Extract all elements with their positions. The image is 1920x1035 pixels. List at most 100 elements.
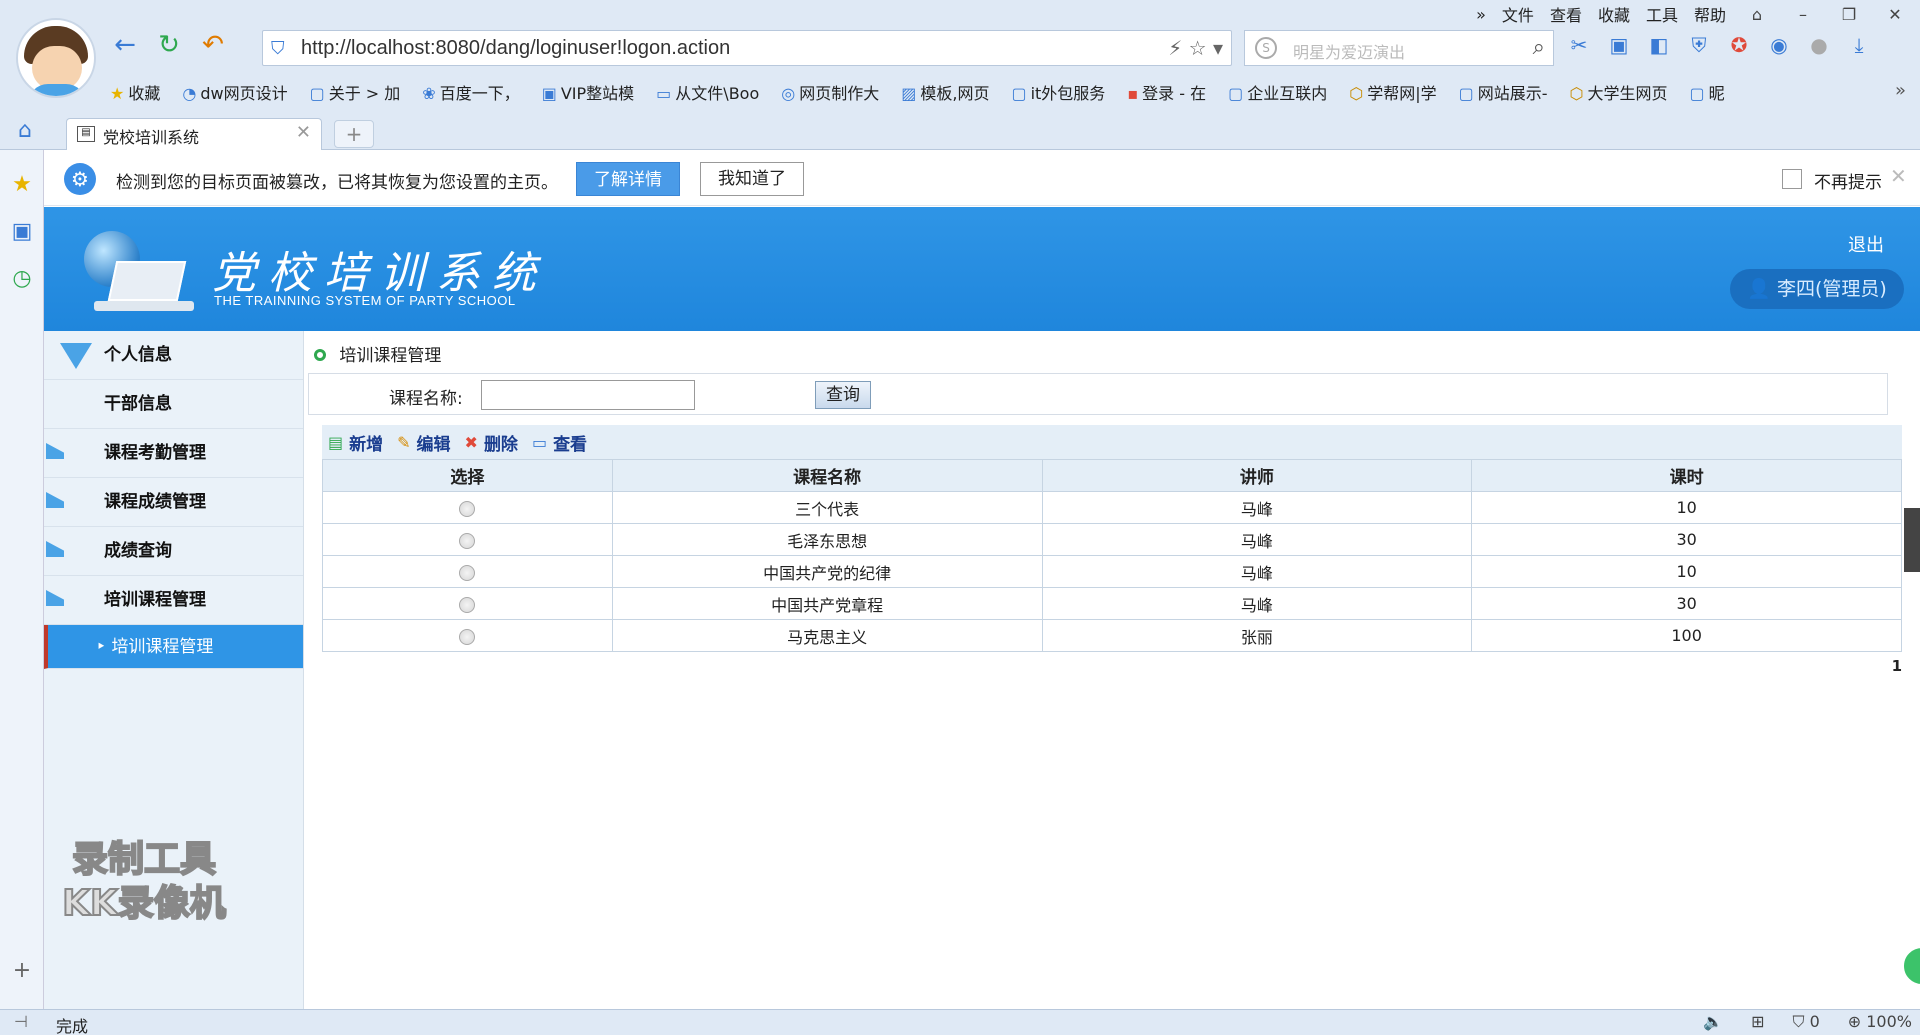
ad-block-counter[interactable]: ⛉ 0 (1792, 1012, 1819, 1032)
download-icon[interactable]: ⤓ (1846, 32, 1872, 58)
bookmark-item[interactable]: ▪ 登录 - 在 (1127, 80, 1206, 104)
shield-tool-icon[interactable]: ⛨ (1686, 32, 1712, 58)
cell-hours: 30 (1471, 523, 1902, 556)
browser-tools: ✂ ▣ ◧ ⛨ ✪ ◉ ● ⤓ (1566, 32, 1872, 58)
bookmark-item[interactable]: ▢ 网站展示- (1459, 80, 1548, 104)
bookmark-favorites[interactable]: ★ 收藏 (110, 80, 160, 104)
favorites-star-icon[interactable]: ★ (0, 172, 44, 197)
sidebar-item-grade-query[interactable]: 成绩查询 (44, 527, 303, 576)
table-row[interactable]: 马克思主义 张丽 100 (322, 619, 1902, 652)
dont-remind-checkbox[interactable] (1782, 169, 1802, 189)
translate-icon[interactable]: ✪ (1726, 32, 1752, 58)
home-icon[interactable]: ⌂ (18, 118, 32, 143)
bookmark-item[interactable]: ⬡ 大学生网页 (1570, 80, 1668, 104)
table-row[interactable]: 三个代表 马峰 10 (322, 491, 1902, 524)
history-clock-icon[interactable]: ◷ (0, 266, 44, 291)
address-actions[interactable]: ⚡ ☆ ▾ (1168, 36, 1223, 60)
menu-favorites[interactable]: 收藏 (1598, 2, 1630, 26)
notification-bar: ⚙ 检测到您的目标页面被篡改，已将其恢复为您设置的主页。 了解详情 我知道了 不… (44, 152, 1920, 206)
cut-icon[interactable]: ✂ (1566, 32, 1592, 58)
learn-more-button[interactable]: 了解详情 (576, 162, 680, 196)
sidebar-item-attendance[interactable]: 课程考勤管理 (44, 429, 303, 478)
bookmark-item[interactable]: ▢ 企业互联内 (1228, 80, 1327, 104)
bookmarks-more-icon[interactable]: » (1895, 80, 1906, 101)
search-icon[interactable]: ⌕ (1533, 35, 1545, 60)
undo-icon[interactable]: ↶ (198, 30, 228, 60)
sound-icon[interactable]: 🔈 (1703, 1012, 1723, 1032)
got-it-button[interactable]: 我知道了 (700, 162, 804, 196)
menu-more-icon[interactable]: » (1476, 5, 1486, 24)
notes-icon[interactable]: ▣ (1606, 32, 1632, 58)
close-tab-icon[interactable]: ✕ (296, 122, 311, 143)
menu-help[interactable]: 帮助 (1694, 2, 1726, 26)
row-radio[interactable] (459, 628, 476, 645)
back-arrow-icon[interactable]: ← (110, 30, 140, 60)
browser-search[interactable]: S 明星为爱迈演出 ⌕ (1244, 30, 1554, 66)
bookmark-item[interactable]: ▣ VIP整站模 (542, 80, 634, 104)
minimize-button[interactable]: – (1788, 5, 1818, 24)
user-avatar[interactable] (16, 18, 96, 98)
sidebar-item-personal-info[interactable]: 个人信息 (44, 331, 303, 380)
view-icon: ▭ (531, 432, 548, 452)
add-button[interactable]: ▤ 新增 (328, 430, 383, 455)
bookmark-item[interactable]: ⬡ 学帮网|学 (1349, 80, 1436, 104)
refresh-icon[interactable]: ↻ (154, 30, 184, 60)
edit-button[interactable]: ✎ 编辑 (397, 430, 450, 455)
bookmark-item[interactable]: ▢ it外包服务 (1011, 80, 1105, 104)
tab-active[interactable]: ▤ 党校培训系统 ✕ (66, 118, 322, 150)
menu-tools[interactable]: 工具 (1646, 2, 1678, 26)
new-tab-button[interactable]: + (334, 120, 374, 148)
compat-icon[interactable]: ⊞ (1751, 1012, 1764, 1032)
table-row[interactable]: 中国共产党章程 马峰 30 (322, 587, 1902, 620)
dont-remind-label[interactable]: 不再提示 (1814, 168, 1882, 193)
search-engine-icon[interactable]: S (1255, 37, 1277, 59)
row-radio[interactable] (459, 532, 476, 549)
page-number[interactable]: 1 (1892, 657, 1902, 675)
add-sidebar-icon[interactable]: + (0, 958, 44, 983)
globe-icon[interactable]: ● (1806, 32, 1832, 58)
page-favicon-icon: ▤ (77, 126, 95, 142)
query-button[interactable]: 查询 (815, 381, 871, 409)
zoom-level[interactable]: ⊕ 100% (1848, 1012, 1912, 1032)
sidebar-subitem-course-management[interactable]: ‣ 培训课程管理 (44, 625, 303, 669)
sidebar-item-grades[interactable]: 课程成绩管理 (44, 478, 303, 527)
close-notice-icon[interactable]: ✕ (1890, 164, 1907, 188)
shield-icon: ⛉ (271, 38, 285, 59)
sidebar-item-cadre-info[interactable]: 干部信息 (44, 380, 303, 429)
sidebar-item-course-management[interactable]: 培训课程管理 (44, 576, 303, 625)
restore-button[interactable]: ❐ (1834, 5, 1864, 24)
row-radio[interactable] (459, 564, 476, 581)
row-radio[interactable] (459, 596, 476, 613)
bookmark-item[interactable]: ❀ 百度一下， (422, 80, 519, 104)
close-window-button[interactable]: ✕ (1880, 5, 1910, 24)
view-button[interactable]: ▭ 查看 (532, 430, 587, 455)
menu-file[interactable]: 文件 (1502, 2, 1534, 26)
bookmark-item[interactable]: ◎ 网页制作大 (781, 80, 879, 104)
current-user[interactable]: 👤 李四(管理员) (1730, 269, 1904, 309)
delete-button[interactable]: ✖ 删除 (465, 430, 518, 455)
menu-view[interactable]: 查看 (1550, 2, 1582, 26)
table-row[interactable]: 毛泽东思想 马峰 30 (322, 523, 1902, 556)
folder-icon (46, 590, 64, 606)
address-url[interactable]: http://localhost:8080/dang/loginuser!log… (301, 37, 730, 60)
bookmark-item[interactable]: ◔ dw网页设计 (182, 80, 287, 104)
bookmark-item[interactable]: ▢ 关于 > 加 (310, 80, 401, 104)
edit-icon: ✎ (397, 432, 411, 452)
cell-course-name: 中国共产党章程 (611, 587, 1043, 620)
table-row[interactable]: 中国共产党的纪律 马峰 10 (322, 555, 1902, 588)
bookmark-item[interactable]: ▨ 模板,网页 (901, 80, 989, 104)
address-bar[interactable]: ⛉ http://localhost:8080/dang/loginuser!l… (262, 30, 1232, 66)
panel-toggle-icon[interactable]: ⊣ (14, 1012, 28, 1031)
bookmark-item[interactable]: ▢ 昵 (1690, 80, 1725, 104)
addon-icon[interactable]: ◧ (1646, 32, 1672, 58)
bookmark-item[interactable]: ▭ 从文件\Boo (656, 80, 759, 104)
row-radio[interactable] (459, 500, 476, 517)
screenshot-icon[interactable]: ◉ (1766, 32, 1792, 58)
course-name-input[interactable] (481, 380, 695, 410)
search-placeholder: 明星为爱迈演出 (1293, 43, 1406, 62)
reading-icon[interactable]: ▣ (0, 219, 44, 244)
logout-link[interactable]: 退出 (1848, 231, 1884, 257)
skin-icon[interactable]: ⌂ (1742, 5, 1772, 24)
column-select: 选择 (322, 459, 613, 492)
side-panel-handle[interactable] (1904, 508, 1920, 572)
